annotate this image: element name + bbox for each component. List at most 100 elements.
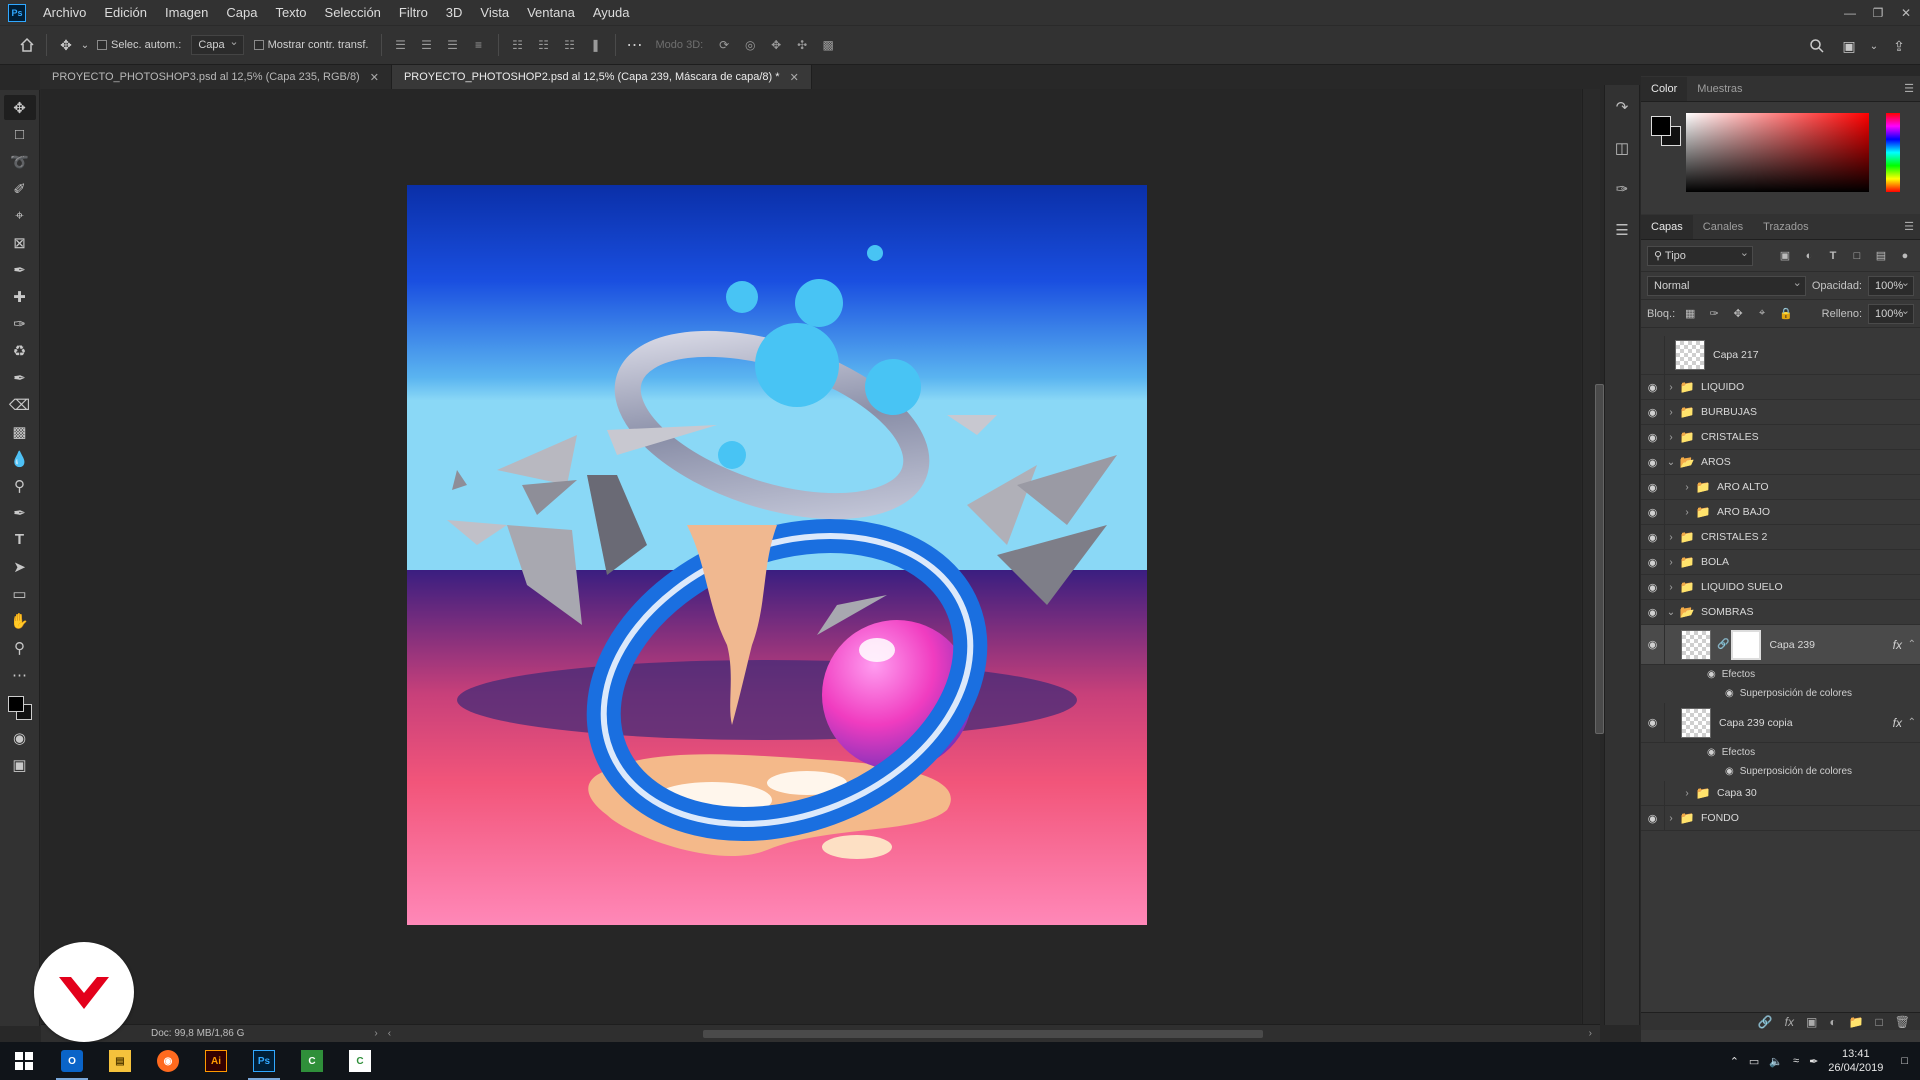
- marquee-tool-icon[interactable]: □: [4, 122, 36, 147]
- chevron-down-icon[interactable]: ⌄: [1665, 607, 1677, 618]
- scroll-left-icon[interactable]: ‹: [388, 1028, 391, 1039]
- scroll-right-icon[interactable]: ›: [1589, 1028, 1592, 1039]
- show-transform-checkbox[interactable]: Mostrar contr. transf.: [253, 39, 369, 51]
- chevron-down-icon[interactable]: ⌄: [79, 32, 91, 58]
- fill-input[interactable]: 100%: [1868, 302, 1914, 324]
- filter-toggle-icon[interactable]: ●: [1896, 247, 1914, 265]
- pan-3d-icon[interactable]: ✥: [765, 34, 787, 56]
- search-icon[interactable]: [1804, 33, 1830, 59]
- visibility-toggle[interactable]: [1641, 336, 1665, 374]
- rectangle-tool-icon[interactable]: ▭: [4, 581, 36, 606]
- properties-panel-icon[interactable]: ◫: [1606, 135, 1638, 160]
- document-canvas[interactable]: [407, 185, 1147, 925]
- chevron-right-icon[interactable]: ›: [1681, 788, 1693, 799]
- chevron-right-icon[interactable]: ›: [1665, 382, 1677, 393]
- chevron-up-icon[interactable]: ⌃: [1908, 639, 1916, 650]
- eye-icon[interactable]: ◉: [1641, 575, 1665, 599]
- menu-edicion[interactable]: Edición: [95, 0, 156, 25]
- panel-menu-icon[interactable]: ☰: [1904, 82, 1914, 95]
- adjustment-filter-icon[interactable]: ◐: [1800, 247, 1818, 265]
- layer-capa-217[interactable]: Capa 217: [1641, 336, 1920, 375]
- lock-artboard-icon[interactable]: ⌖: [1753, 305, 1771, 323]
- hue-spectrum-slider[interactable]: [1886, 113, 1900, 192]
- visibility-toggle[interactable]: [1641, 781, 1665, 805]
- checkbox-box[interactable]: [97, 40, 107, 50]
- battery-icon[interactable]: ▭: [1749, 1055, 1759, 1068]
- chevron-right-icon[interactable]: ›: [1681, 507, 1693, 518]
- effect-color-overlay-row[interactable]: ◉ Superposición de colores: [1641, 762, 1920, 781]
- lock-pixels-icon[interactable]: ✑: [1705, 305, 1723, 323]
- pen-tool-icon[interactable]: ✒: [4, 500, 36, 525]
- chevron-down-icon[interactable]: ⌄: [1665, 457, 1677, 468]
- layer-group-bola[interactable]: ◉ › 📁 BOLA: [1641, 550, 1920, 575]
- align-left-icon[interactable]: ☰: [390, 34, 412, 56]
- type-filter-icon[interactable]: T: [1824, 247, 1842, 265]
- tab-trazados[interactable]: Trazados: [1753, 215, 1818, 239]
- roll-3d-icon[interactable]: ◎: [739, 34, 761, 56]
- clock[interactable]: 13:41 26/04/2019: [1828, 1047, 1883, 1075]
- tab-capas[interactable]: Capas: [1641, 215, 1693, 239]
- eye-icon[interactable]: ◉: [1641, 475, 1665, 499]
- eye-icon[interactable]: ◉: [1641, 703, 1665, 742]
- menu-vista[interactable]: Vista: [471, 0, 518, 25]
- align-right-icon[interactable]: ☰: [442, 34, 464, 56]
- brush-settings-icon[interactable]: ✑: [1606, 176, 1638, 201]
- chevron-right-icon[interactable]: ›: [1665, 432, 1677, 443]
- menu-ayuda[interactable]: Ayuda: [584, 0, 639, 25]
- minimize-icon[interactable]: —: [1836, 0, 1864, 25]
- chevron-right-icon[interactable]: ›: [1665, 813, 1677, 824]
- tab-canales[interactable]: Canales: [1693, 215, 1753, 239]
- layer-capa-239[interactable]: ◉ 🔗 Capa 239 fx ⌃: [1641, 625, 1920, 665]
- align-center-icon[interactable]: ☰: [416, 34, 438, 56]
- eye-icon[interactable]: ◉: [1641, 806, 1665, 830]
- chevron-right-icon[interactable]: ›: [1681, 482, 1693, 493]
- eraser-tool-icon[interactable]: ⌫: [4, 392, 36, 417]
- layer-capa-239-copia[interactable]: ◉ Capa 239 copia fx ⌃: [1641, 703, 1920, 743]
- crop-tool-icon[interactable]: ⌖: [4, 203, 36, 228]
- align-bottom-icon[interactable]: ☷: [559, 34, 581, 56]
- effect-color-overlay-row[interactable]: ◉ Superposición de colores: [1641, 684, 1920, 703]
- new-adjustment-icon[interactable]: ◐: [1829, 1015, 1836, 1029]
- menu-filtro[interactable]: Filtro: [390, 0, 437, 25]
- menu-imagen[interactable]: Imagen: [156, 0, 217, 25]
- illustrator-icon[interactable]: Ai: [192, 1042, 240, 1080]
- canvas-area[interactable]: [41, 89, 1581, 1024]
- close-tab-icon[interactable]: ✕: [790, 71, 799, 84]
- layer-group-sombras[interactable]: ◉ ⌄ 📂 SOMBRAS: [1641, 600, 1920, 625]
- eye-icon[interactable]: ◉: [1641, 625, 1665, 664]
- pixel-filter-icon[interactable]: ▣: [1776, 247, 1794, 265]
- layer-group-aro-bajo[interactable]: ◉ › 📁 ARO BAJO: [1641, 500, 1920, 525]
- type-tool-icon[interactable]: T: [4, 527, 36, 552]
- blur-tool-icon[interactable]: 💧: [4, 446, 36, 471]
- shape-filter-icon[interactable]: □: [1848, 247, 1866, 265]
- fx-icon[interactable]: fx: [1893, 716, 1902, 730]
- layer-group-liquido[interactable]: ◉ › 📁 LIQUIDO: [1641, 375, 1920, 400]
- frame-tool-icon[interactable]: ⊠: [4, 230, 36, 255]
- chevron-right-icon[interactable]: ›: [1665, 407, 1677, 418]
- adjustments-panel-icon[interactable]: ☰: [1606, 217, 1638, 242]
- auto-select-checkbox[interactable]: Selec. autom.:: [97, 39, 181, 51]
- history-brush-tool-icon[interactable]: ✒: [4, 365, 36, 390]
- chevron-up-icon[interactable]: ⌃: [1908, 717, 1916, 728]
- horizontal-scrollbar-thumb[interactable]: [703, 1030, 1263, 1038]
- healing-brush-tool-icon[interactable]: ✚: [4, 284, 36, 309]
- file-explorer-icon[interactable]: ▤: [96, 1042, 144, 1080]
- share-icon[interactable]: ⇪: [1886, 33, 1912, 59]
- align-top-icon[interactable]: ☷: [507, 34, 529, 56]
- path-selection-tool-icon[interactable]: ➤: [4, 554, 36, 579]
- restore-icon[interactable]: ❐: [1864, 0, 1892, 25]
- chevron-right-icon[interactable]: ›: [1665, 582, 1677, 593]
- add-mask-icon[interactable]: ▣: [1806, 1015, 1817, 1029]
- opacity-input[interactable]: 100%: [1868, 274, 1914, 296]
- screen-mode-icon[interactable]: ▣: [4, 752, 36, 777]
- gradient-tool-icon[interactable]: ▩: [4, 419, 36, 444]
- quick-selection-tool-icon[interactable]: ✐: [4, 176, 36, 201]
- camtasia-icon[interactable]: C: [288, 1042, 336, 1080]
- eye-icon[interactable]: ◉: [1707, 669, 1716, 680]
- panel-menu-icon[interactable]: ☰: [1904, 220, 1914, 233]
- firefox-icon[interactable]: ◉: [144, 1042, 192, 1080]
- orbit-3d-icon[interactable]: ⟳: [713, 34, 735, 56]
- distribute-horizontal-icon[interactable]: ≡: [468, 34, 490, 56]
- eye-icon[interactable]: ◉: [1641, 400, 1665, 424]
- eye-icon[interactable]: ◉: [1641, 375, 1665, 399]
